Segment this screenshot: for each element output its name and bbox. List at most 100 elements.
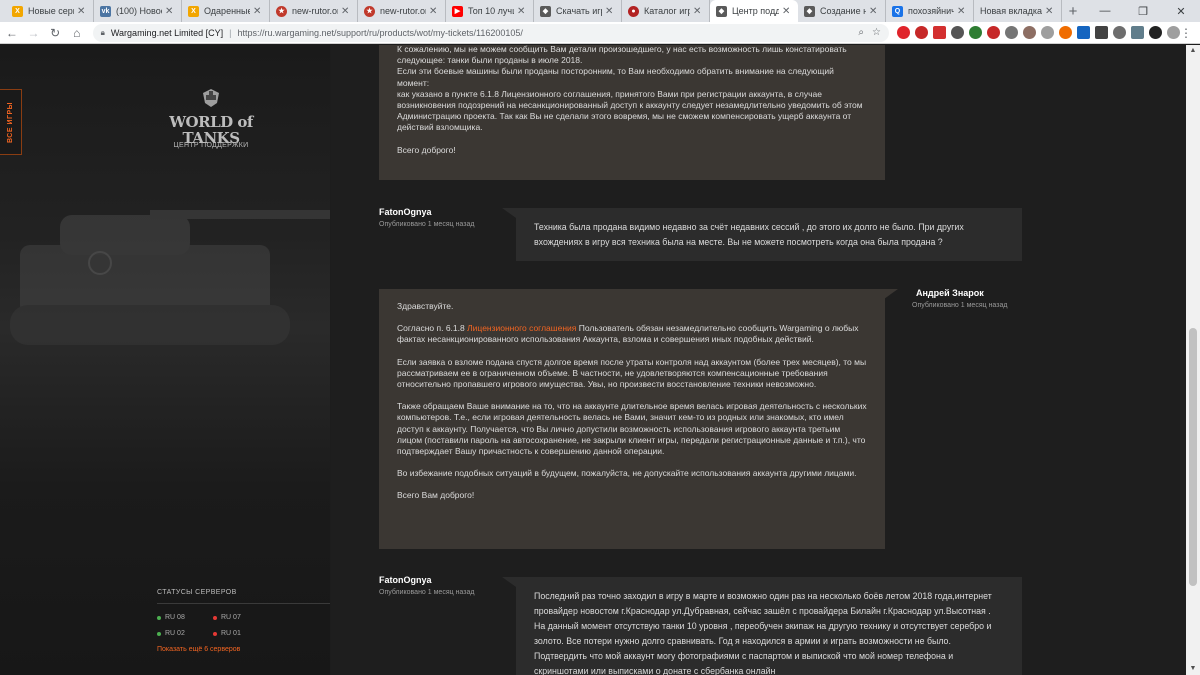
tab-strip: XНовые серии✕ vk(100) Новости✕ XОдаренны… [0,0,1200,22]
tab-favicon-icon: ◆ [804,5,815,17]
tab-title: Каталог игр W [644,6,690,16]
bookmark-star-icon[interactable]: ☆ [872,27,881,38]
new-tab-button[interactable]: + [1062,0,1084,22]
lightbulb-extension-icon[interactable] [1113,26,1126,39]
show-more-servers-link[interactable]: Показать ещё 6 серверов [157,646,330,653]
close-tab-icon[interactable]: ✕ [253,6,263,17]
page-scrollbar[interactable]: ▲ ▼ [1186,45,1200,675]
browser-tab[interactable]: ◆ Скачать игру✕ [534,0,622,22]
server-name: RU 07 [221,614,241,621]
message-text: Техника была продана видимо недавно за с… [534,222,964,247]
close-window-button[interactable]: ✕ [1162,0,1200,22]
browser-tab[interactable]: Qпохозяйничал✕ [886,0,974,22]
dark-extension-icon[interactable] [1149,26,1162,39]
window-controls: — ❐ ✕ [1086,0,1200,22]
message-paragraph: Согласно п. 6.1.8 Лицензионного соглашен… [397,323,867,345]
message-timestamp: Опубликовано 1 месяц назад [912,302,1008,309]
message-author[interactable]: FatonOgnya [379,207,432,217]
forward-icon[interactable]: → [24,23,44,43]
server-status-item: RU 01 [213,630,269,637]
shield-extension-icon[interactable] [1059,26,1072,39]
message-paragraph: Также обращаем Ваше внимание на то, что … [397,401,867,457]
tab-favicon-icon: ★ [364,5,375,17]
bubble-pointer [502,577,516,587]
support-message: К сожалению, мы не можем сообщить Вам де… [379,45,885,180]
layout-extension-icon[interactable] [1095,26,1108,39]
tank-background-icon [10,210,330,345]
red-badge-extension-icon[interactable] [987,26,1000,39]
tab-title: похозяйничал [908,6,954,16]
close-tab-icon[interactable]: ✕ [957,6,967,17]
close-tab-icon[interactable]: ✕ [77,6,87,17]
mail-extension-icon[interactable] [1131,26,1144,39]
browser-tab[interactable]: ● Каталог игр W✕ [622,0,710,22]
browser-menu-icon[interactable]: ⋮ [1180,26,1192,40]
browser-tab[interactable]: vk (100) Новости✕ [94,0,182,22]
address-bar[interactable]: 🔒︎ Wargaming.net Limited [CY] | https://… [92,23,889,42]
message-author[interactable]: FatonOgnya [379,575,432,585]
message-author[interactable]: Андрей Знарок [916,288,984,298]
adblock-extension-icon[interactable] [915,26,928,39]
close-tab-icon[interactable]: ✕ [605,6,615,17]
world-of-tanks-logo[interactable]: WORLD of TANKS [158,87,264,146]
server-status-panel: СТАТУСЫ СЕРВЕРОВ RU 08 RU 07 RU 02 RU 01… [157,589,330,653]
status-dot-icon [213,631,217,636]
message-text: Последний раз точно заходил в игру в мар… [534,591,992,675]
page-content: ВСЕ ИГРЫ WORLD of TANKS ЦЕНТР ПОДДЕРЖКИ … [0,45,1200,675]
minimize-button[interactable]: — [1086,0,1124,22]
tab-favicon-icon: ◆ [540,5,551,17]
browser-tab[interactable]: X Одаренные 2✕ [182,0,270,22]
user-message: Техника была продана видимо недавно за с… [516,208,1022,261]
tab-favicon-icon: X [188,5,199,17]
browser-tab[interactable]: X Новые серии✕ [6,0,94,22]
grey-extension-icon[interactable] [1005,26,1018,39]
close-tab-icon[interactable]: ✕ [1045,6,1055,17]
close-tab-icon[interactable]: ✕ [693,6,703,17]
green-extension-icon[interactable] [969,26,982,39]
browser-tab[interactable]: ★ new-rutor.org✕ [270,0,358,22]
tab-title: Создание нов [820,6,866,16]
license-agreement-link[interactable]: Лицензионного соглашения [467,323,576,333]
media-extension-icon[interactable] [933,26,946,39]
close-tab-icon[interactable]: ✕ [429,6,439,17]
extensions-bar [897,26,1180,39]
tab-favicon-icon: ● [628,5,639,17]
scrollbar-thumb[interactable] [1189,328,1197,586]
close-tab-icon[interactable]: ✕ [165,6,175,17]
all-games-button[interactable]: ВСЕ ИГРЫ [0,89,22,155]
message-text: Согласно п. 6.1.8 [397,323,468,334]
browser-tab-active[interactable]: ◆ Центр поддер✕ [710,0,798,22]
pin-extension-icon[interactable] [951,26,964,39]
tab-title: new-rutor.org [380,6,426,16]
translate-extension-icon[interactable] [1077,26,1090,39]
close-tab-icon[interactable]: ✕ [869,6,879,17]
zoom-search-icon[interactable]: ⌕ [858,27,864,38]
lock-icon[interactable]: 🔒︎ [101,28,105,38]
close-tab-icon[interactable]: ✕ [341,6,351,17]
scroll-up-icon[interactable]: ▲ [1186,45,1200,57]
back-icon[interactable]: ← [2,23,22,43]
close-tab-icon[interactable]: ✕ [517,6,527,17]
browser-tab[interactable]: Новая вкладка ✕ [974,0,1062,22]
scroll-down-icon[interactable]: ▼ [1186,663,1200,675]
close-tab-icon[interactable]: ✕ [782,6,792,17]
block-extension-icon[interactable] [1041,26,1054,39]
browser-tab[interactable]: ▶ Топ 10 лучших✕ [446,0,534,22]
server-status-title: СТАТУСЫ СЕРВЕРОВ [157,589,237,596]
bubble-pointer [884,289,898,299]
reload-icon[interactable]: ↻ [45,23,65,43]
all-games-label: ВСЕ ИГРЫ [7,101,15,143]
browser-tab[interactable]: ◆ Создание нов✕ [798,0,886,22]
home-icon[interactable]: ⌂ [67,23,87,43]
world-extension-icon[interactable] [1023,26,1036,39]
server-name: RU 02 [165,630,185,637]
tab-title: Топ 10 лучших [468,6,514,16]
message-paragraph: Здравствуйте. [397,301,454,311]
account-avatar-icon[interactable] [1167,26,1180,39]
server-name: RU 01 [221,630,241,637]
tab-favicon-icon: X [12,5,23,17]
maximize-button[interactable]: ❐ [1124,0,1162,22]
browser-tab[interactable]: ★ new-rutor.org✕ [358,0,446,22]
opera-extension-icon[interactable] [897,26,910,39]
message-paragraph: К сожалению, мы не можем сообщить Вам де… [397,45,847,66]
